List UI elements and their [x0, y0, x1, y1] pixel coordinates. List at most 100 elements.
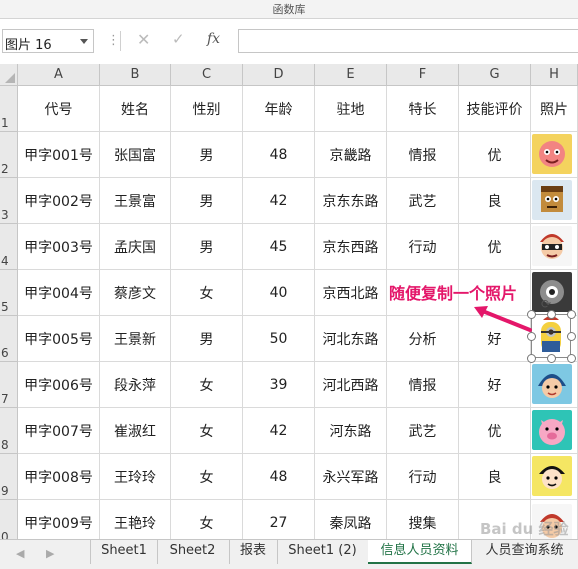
row-header-3[interactable]: 3: [0, 178, 18, 224]
insert-function-icon[interactable]: fx: [207, 31, 220, 47]
resize-handle[interactable]: [567, 332, 576, 341]
table-cell[interactable]: 情报: [387, 362, 459, 408]
chevron-down-icon[interactable]: [80, 39, 88, 44]
column-header-c[interactable]: C: [171, 64, 243, 86]
table-cell[interactable]: 女: [171, 454, 243, 500]
name-box[interactable]: 图片 16: [2, 29, 94, 53]
row-header-5[interactable]: 5: [0, 270, 18, 316]
table-cell[interactable]: 甲字009号: [18, 500, 100, 539]
avatar-photo-8[interactable]: [532, 456, 572, 496]
cancel-icon[interactable]: ✕: [137, 30, 150, 49]
table-cell[interactable]: 武艺: [387, 178, 459, 224]
resize-handle[interactable]: [547, 310, 556, 319]
header-cell-rating[interactable]: 技能评价: [459, 86, 531, 132]
column-header-d[interactable]: D: [243, 64, 315, 86]
table-cell[interactable]: 48: [243, 454, 315, 500]
table-cell[interactable]: 男: [171, 178, 243, 224]
tab-sheet1[interactable]: Sheet1: [90, 540, 158, 564]
table-cell[interactable]: 40: [243, 270, 315, 316]
row-header-1[interactable]: 1: [0, 86, 18, 132]
table-cell[interactable]: 段永萍: [100, 362, 171, 408]
table-cell[interactable]: 情报: [387, 132, 459, 178]
table-cell[interactable]: 甲字008号: [18, 454, 100, 500]
table-cell[interactable]: 张国富: [100, 132, 171, 178]
table-cell[interactable]: 优: [459, 132, 531, 178]
header-cell-age[interactable]: 年龄: [243, 86, 315, 132]
table-cell[interactable]: 女: [171, 500, 243, 539]
table-cell[interactable]: 优: [459, 408, 531, 454]
table-cell[interactable]: 50: [243, 316, 315, 362]
row-header-6[interactable]: 6: [0, 316, 18, 362]
table-cell[interactable]: 永兴军路: [315, 454, 387, 500]
table-cell[interactable]: 王景富: [100, 178, 171, 224]
formula-input[interactable]: [238, 29, 578, 53]
table-cell[interactable]: 河北西路: [315, 362, 387, 408]
table-cell[interactable]: 行动: [387, 224, 459, 270]
table-cell[interactable]: 女: [171, 408, 243, 454]
row-header-8[interactable]: 8: [0, 408, 18, 454]
tab-sheet1-copy[interactable]: Sheet1 (2): [277, 540, 369, 564]
table-cell[interactable]: 行动: [387, 454, 459, 500]
rotate-handle-icon[interactable]: ⟳: [541, 297, 551, 311]
header-cell-gender[interactable]: 性别: [171, 86, 243, 132]
tab-staff-info[interactable]: 信息人员资料: [368, 540, 472, 564]
table-cell[interactable]: 良: [459, 178, 531, 224]
header-cell-specialty[interactable]: 特长: [387, 86, 459, 132]
avatar-photo-7[interactable]: [532, 410, 572, 450]
resize-handle[interactable]: [547, 354, 556, 363]
tab-sheet2[interactable]: Sheet2: [156, 540, 230, 564]
avatar-photo-3[interactable]: [532, 226, 572, 266]
table-cell[interactable]: 孟庆国: [100, 224, 171, 270]
table-cell[interactable]: 甲字005号: [18, 316, 100, 362]
header-cell-name[interactable]: 姓名: [100, 86, 171, 132]
table-cell[interactable]: 甲字007号: [18, 408, 100, 454]
table-cell[interactable]: 蔡彦文: [100, 270, 171, 316]
tab-scroll-left-icon[interactable]: ◀: [16, 547, 24, 560]
resize-handle[interactable]: [567, 310, 576, 319]
avatar-photo-1[interactable]: [532, 134, 572, 174]
table-cell[interactable]: 武艺: [387, 408, 459, 454]
column-header-g[interactable]: G: [459, 64, 531, 86]
column-header-h[interactable]: H: [531, 64, 578, 86]
table-cell[interactable]: 京东西路: [315, 224, 387, 270]
row-header-9[interactable]: 9: [0, 454, 18, 500]
table-cell[interactable]: 崔淑红: [100, 408, 171, 454]
avatar-photo-2[interactable]: [532, 180, 572, 220]
table-cell[interactable]: 甲字001号: [18, 132, 100, 178]
resize-handle[interactable]: [527, 354, 536, 363]
enter-icon[interactable]: ✓: [172, 30, 185, 48]
table-cell[interactable]: 甲字002号: [18, 178, 100, 224]
table-cell[interactable]: 京畿路: [315, 132, 387, 178]
tab-scroll-right-icon[interactable]: ▶: [46, 547, 54, 560]
table-cell[interactable]: 京西北路: [315, 270, 387, 316]
table-cell[interactable]: 良: [459, 454, 531, 500]
resize-handle[interactable]: [567, 354, 576, 363]
header-cell-code[interactable]: 代号: [18, 86, 100, 132]
table-cell[interactable]: 男: [171, 316, 243, 362]
table-cell[interactable]: 39: [243, 362, 315, 408]
more-options-icon[interactable]: ⋮: [107, 33, 120, 48]
table-cell[interactable]: 甲字006号: [18, 362, 100, 408]
table-cell[interactable]: 王艳玲: [100, 500, 171, 539]
table-cell[interactable]: 秦凤路: [315, 500, 387, 539]
row-header-10[interactable]: 0: [0, 500, 18, 539]
column-header-f[interactable]: F: [387, 64, 459, 86]
table-cell[interactable]: 王玲玲: [100, 454, 171, 500]
table-cell[interactable]: 45: [243, 224, 315, 270]
table-cell[interactable]: 优: [459, 224, 531, 270]
select-all-button[interactable]: [0, 64, 18, 86]
table-cell[interactable]: 甲字003号: [18, 224, 100, 270]
table-cell[interactable]: 27: [243, 500, 315, 539]
header-cell-photo[interactable]: 照片: [531, 86, 578, 132]
row-header-2[interactable]: 2: [0, 132, 18, 178]
row-header-7[interactable]: 7: [0, 362, 18, 408]
table-cell[interactable]: 甲字004号: [18, 270, 100, 316]
row-header-4[interactable]: 4: [0, 224, 18, 270]
header-cell-station[interactable]: 驻地: [315, 86, 387, 132]
table-cell[interactable]: 42: [243, 178, 315, 224]
avatar-photo-6[interactable]: [532, 364, 572, 404]
column-header-a[interactable]: A: [18, 64, 100, 86]
column-header-b[interactable]: B: [100, 64, 171, 86]
table-cell[interactable]: 48: [243, 132, 315, 178]
table-cell[interactable]: 分析: [387, 316, 459, 362]
